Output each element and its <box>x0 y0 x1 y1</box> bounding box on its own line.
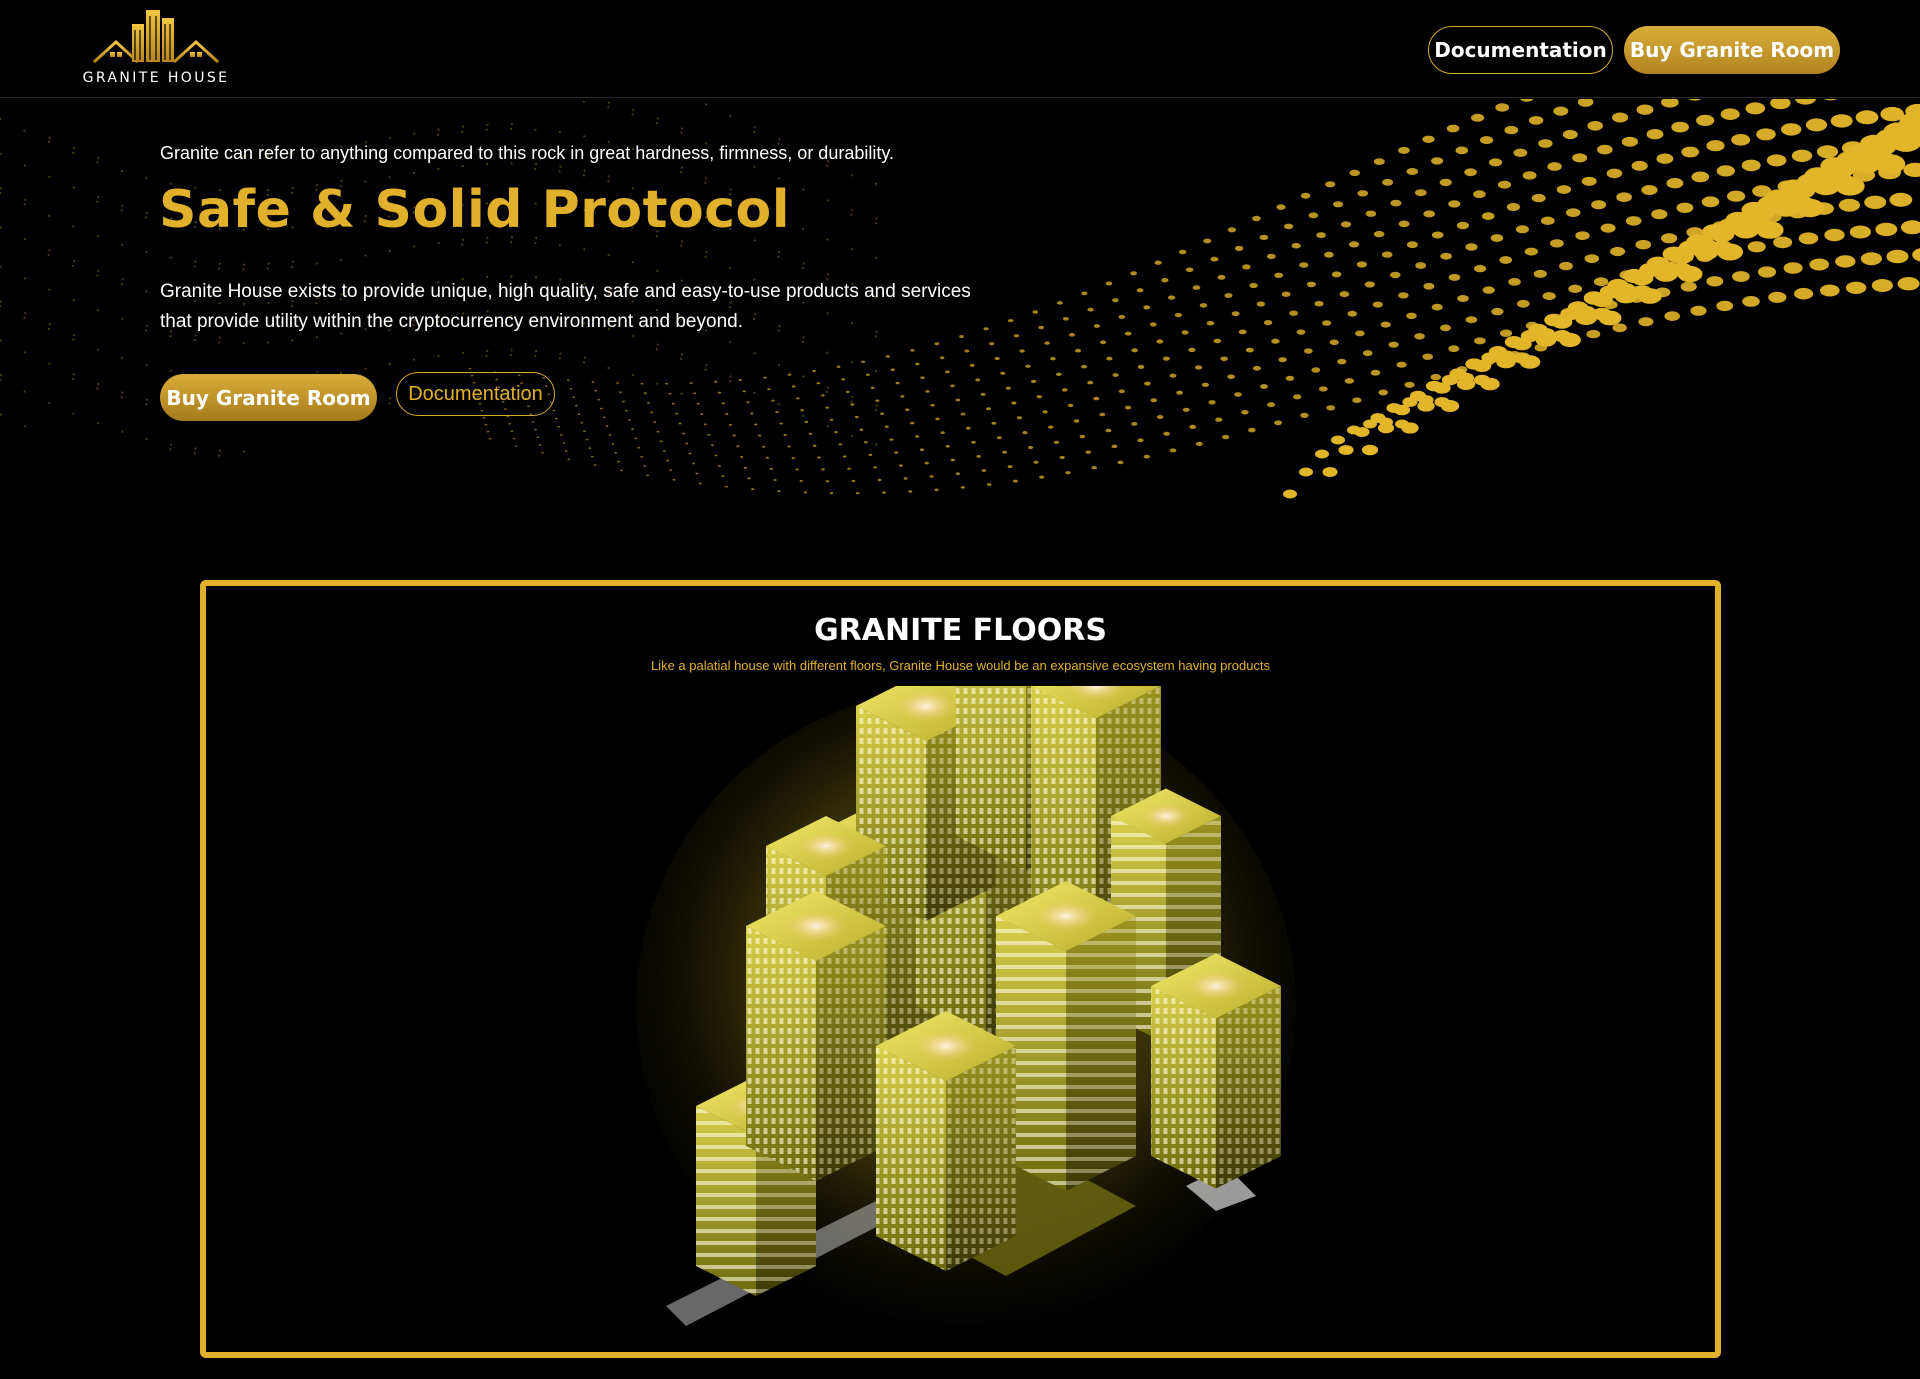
hero-description: Granite House exists to provide unique, … <box>160 281 971 332</box>
brand-logo[interactable]: GRANITE HOUSE <box>76 6 236 90</box>
hero-tagline: Granite can refer to anything compared t… <box>160 143 895 163</box>
top-navbar: GRANITE HOUSE Documentation Buy Granite … <box>0 0 1920 98</box>
isometric-city-illustration <box>636 686 1296 1326</box>
brand-name: GRANITE HOUSE <box>82 70 230 86</box>
hero-headline: Safe & Solid Protocol <box>159 180 791 240</box>
building-house-icon <box>92 10 220 65</box>
hero-documentation-button[interactable]: Documentation <box>396 372 555 416</box>
nav-documentation-button[interactable]: Documentation <box>1428 26 1613 74</box>
floors-subtitle: Like a palatial house with different flo… <box>650 658 1271 673</box>
nav-buy-granite-room-button[interactable]: Buy Granite Room <box>1624 26 1840 74</box>
hero-buy-granite-room-button[interactable]: Buy Granite Room <box>160 374 377 421</box>
floors-title: GRANITE FLOORS <box>814 613 1107 648</box>
granite-floors-card: GRANITE FLOORS Like a palatial house wit… <box>200 580 1721 1358</box>
